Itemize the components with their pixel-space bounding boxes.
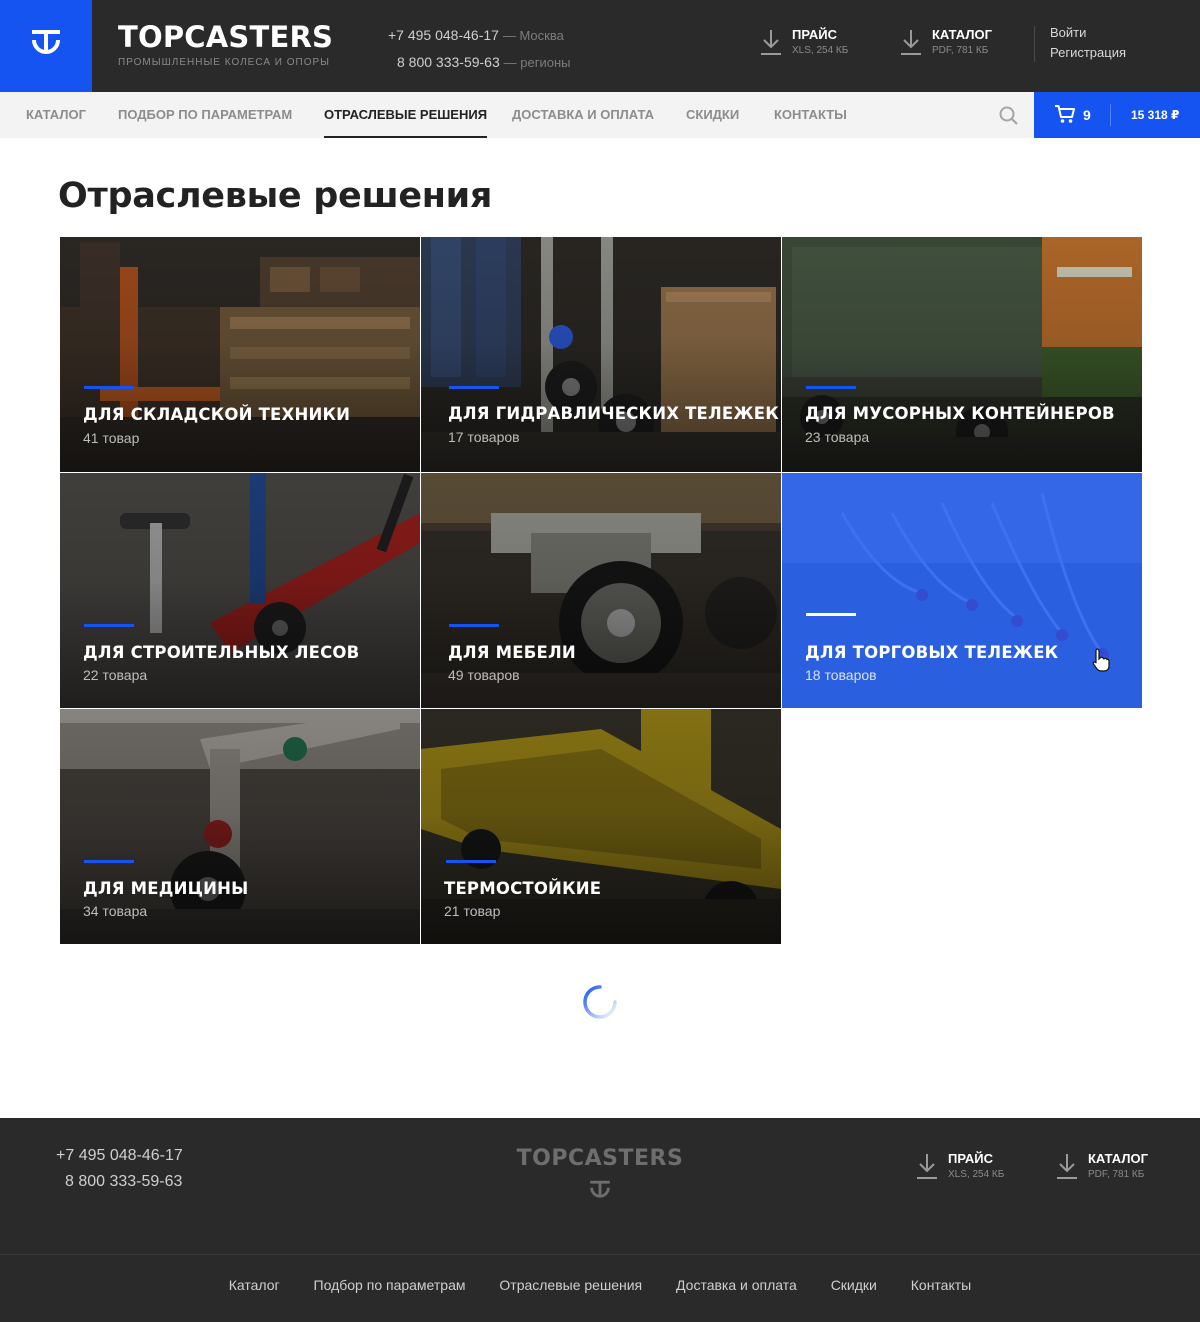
download-icon	[761, 30, 781, 55]
footer-catalog-meta: PDF, 781 КБ	[1088, 1169, 1145, 1180]
industry-tile-furniture[interactable]: ДЛЯ МЕБЕЛИ 49 товаров	[421, 473, 781, 708]
site-footer: +7 495 048-46-17 8 800 333-59-63 TOPCAST…	[0, 1118, 1200, 1322]
footer-catalog-title: КАТАЛОГ	[1088, 1151, 1148, 1166]
footer-link-discounts[interactable]: Скидки	[831, 1277, 877, 1293]
tile-count: 22 товара	[83, 667, 148, 683]
nav-item-contacts[interactable]: КОНТАКТЫ	[774, 92, 847, 138]
industry-tile-garbage-containers[interactable]: ДЛЯ МУСОРНЫХ КОНТЕЙНЕРОВ 23 товара	[782, 237, 1142, 472]
cart-total: 15 318 ₽	[1131, 108, 1180, 122]
tile-count: 49 товаров	[448, 667, 520, 683]
tile-accent-bar	[449, 386, 499, 389]
tile-title: ДЛЯ ГИДРАВЛИЧЕСКИХ ТЕЛЕЖЕК	[448, 404, 779, 423]
cart-separator	[1110, 104, 1111, 126]
footer-price-download-link[interactable]: ПРАЙС XLS, 254 КБ	[916, 1151, 1004, 1182]
tile-title: ДЛЯ МУСОРНЫХ КОНТЕЙНЕРОВ	[805, 404, 1115, 423]
download-icon	[1057, 1154, 1077, 1179]
cart-button[interactable]: 9 15 318 ₽	[1034, 92, 1200, 138]
tile-accent-bar	[446, 860, 496, 863]
industry-tiles: ДЛЯ СКЛАДСКОЙ ТЕХНИКИ 41 товар ДЛЯ ГИДРА…	[60, 237, 1142, 944]
price-download-title: ПРАЙС	[792, 27, 837, 42]
cart-icon	[1055, 105, 1075, 123]
phone-regions[interactable]: 8 800 333-59-63	[397, 54, 500, 70]
logo-icon	[590, 1180, 610, 1198]
download-icon	[901, 30, 921, 55]
tile-accent-bar	[806, 386, 856, 389]
price-download-link[interactable]: ПРАЙС XLS, 254 КБ	[760, 27, 848, 58]
auth-links: Войти Регистрация	[1050, 23, 1126, 63]
catalog-download-title: КАТАЛОГ	[932, 27, 992, 42]
logo[interactable]	[0, 0, 92, 92]
tile-title: ДЛЯ МЕБЕЛИ	[448, 643, 576, 662]
tile-count: 23 товара	[805, 429, 870, 445]
download-icon	[917, 1154, 937, 1179]
footer-price-title: ПРАЙС	[948, 1151, 993, 1166]
brand-tagline: ПРОМЫШЛЕННЫЕ КОЛЕСА И ОПОРЫ	[118, 57, 331, 68]
footer-link-catalog[interactable]: Каталог	[229, 1277, 280, 1293]
tile-title: ДЛЯ ТОРГОВЫХ ТЕЛЕЖЕК	[805, 643, 1059, 662]
industry-tile-medicine[interactable]: ДЛЯ МЕДИЦИНЫ 34 товара	[60, 709, 420, 944]
brand[interactable]: TOPCASTERS ПРОМЫШЛЕННЫЕ КОЛЕСА И ОПОРЫ	[118, 20, 333, 68]
cart-count: 9	[1083, 107, 1091, 123]
pointer-cursor-icon	[1092, 648, 1110, 672]
catalog-download-meta: PDF, 781 КБ	[932, 45, 989, 56]
footer-price-meta: XLS, 254 КБ	[948, 1169, 1005, 1180]
footer-link-industry-solutions[interactable]: Отраслевые решения	[499, 1277, 642, 1293]
nav-item-catalog[interactable]: КАТАЛОГ	[26, 92, 86, 138]
footer-nav: Каталог Подбор по параметрам Отраслевые …	[0, 1277, 1200, 1293]
nav-item-industry-solutions[interactable]: ОТРАСЛЕВЫЕ РЕШЕНИЯ	[324, 92, 488, 138]
tile-accent-bar	[84, 624, 134, 627]
tile-count: 17 товаров	[448, 429, 520, 445]
footer-link-contacts[interactable]: Контакты	[911, 1277, 971, 1293]
tile-accent-bar	[84, 386, 134, 389]
footer-link-parameter-search[interactable]: Подбор по параметрам	[314, 1277, 466, 1293]
tile-count: 18 товаров	[805, 667, 877, 683]
nav-item-parameter-search[interactable]: ПОДБОР ПО ПАРАМЕТРАМ	[118, 92, 292, 138]
site-header: TOPCASTERS ПРОМЫШЛЕННЫЕ КОЛЕСА И ОПОРЫ +…	[0, 0, 1200, 92]
tile-title: ТЕРМОСТОЙКИЕ	[444, 879, 602, 898]
price-download-meta: XLS, 254 КБ	[792, 45, 849, 56]
header-phones: +7 495 048-46-17 — Москва 8 800 333-59-6…	[388, 22, 570, 76]
logo-icon	[32, 30, 60, 54]
footer-divider	[0, 1254, 1200, 1255]
page-title: Отраслевые решения	[58, 176, 493, 216]
industry-tile-shopping-carts[interactable]: ДЛЯ ТОРГОВЫХ ТЕЛЕЖЕК 18 товаров	[782, 473, 1142, 708]
loading-spinner-icon	[583, 985, 617, 1019]
tile-title: ДЛЯ СКЛАДСКОЙ ТЕХНИКИ	[83, 405, 351, 424]
search-icon[interactable]	[996, 103, 1022, 129]
footer-brand-name: TOPCASTERS	[516, 1146, 684, 1171]
industry-tile-scaffolding[interactable]: ДЛЯ СТРОИТЕЛЬНЫХ ЛЕСОВ 22 товара	[60, 473, 420, 708]
city-regions: — регионы	[503, 55, 571, 70]
city-moscow: — Москва	[502, 28, 564, 43]
industry-tile-heat-resistant[interactable]: ТЕРМОСТОЙКИЕ 21 товар	[421, 709, 781, 944]
tile-count: 21 товар	[444, 903, 501, 919]
nav-item-discounts[interactable]: СКИДКИ	[686, 92, 739, 138]
main-nav: КАТАЛОГ ПОДБОР ПО ПАРАМЕТРАМ ОТРАСЛЕВЫЕ …	[0, 92, 1200, 138]
industry-tile-warehouse[interactable]: ДЛЯ СКЛАДСКОЙ ТЕХНИКИ 41 товар	[60, 237, 420, 472]
tile-title: ДЛЯ СТРОИТЕЛЬНЫХ ЛЕСОВ	[83, 643, 360, 662]
header-divider	[1034, 26, 1035, 62]
footer-catalog-download-link[interactable]: КАТАЛОГ PDF, 781 КБ	[1056, 1151, 1148, 1182]
brand-name: TOPCASTERS	[118, 20, 334, 54]
tile-accent-bar	[806, 613, 856, 616]
login-link[interactable]: Войти	[1050, 23, 1126, 43]
tile-accent-bar	[84, 860, 134, 863]
industry-tile-hydraulic-carts[interactable]: ДЛЯ ГИДРАВЛИЧЕСКИХ ТЕЛЕЖЕК 17 товаров	[421, 237, 781, 472]
catalog-download-link[interactable]: КАТАЛОГ PDF, 781 КБ	[900, 27, 992, 58]
phone-moscow[interactable]: +7 495 048-46-17	[388, 27, 499, 43]
footer-link-delivery-payment[interactable]: Доставка и оплата	[676, 1277, 797, 1293]
register-link[interactable]: Регистрация	[1050, 43, 1126, 63]
tile-count: 41 товар	[83, 430, 140, 446]
nav-item-delivery-payment[interactable]: ДОСТАВКА И ОПЛАТА	[512, 92, 654, 138]
tile-accent-bar	[449, 624, 499, 627]
tile-count: 34 товара	[83, 903, 148, 919]
footer-brand: TOPCASTERS	[0, 1146, 1200, 1207]
tile-title: ДЛЯ МЕДИЦИНЫ	[83, 879, 249, 898]
